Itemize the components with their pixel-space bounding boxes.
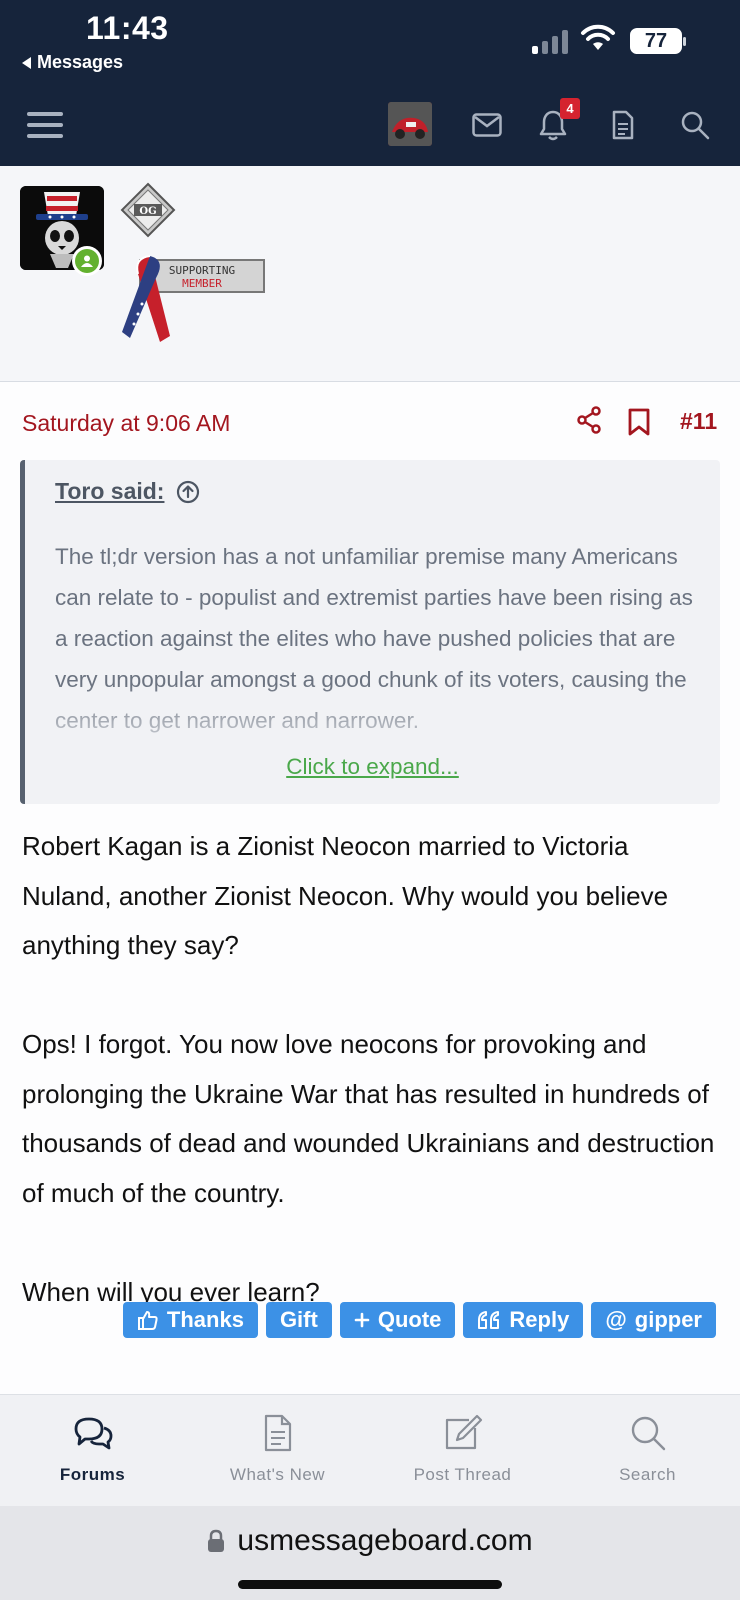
menu-button[interactable] <box>20 100 70 150</box>
user-avatar-button[interactable] <box>388 102 432 146</box>
svg-text:OG: OG <box>139 206 156 217</box>
notification-badge: 4 <box>560 98 580 119</box>
document-icon <box>264 1414 291 1452</box>
inbox-button[interactable] <box>462 100 512 150</box>
mention-button[interactable]: @ gipper <box>591 1302 716 1338</box>
post-paragraph: Ops! I forgot. You now love neocons for … <box>22 1029 715 1208</box>
back-label: Messages <box>37 52 124 72</box>
url-text: usmessageboard.com <box>237 1524 533 1557</box>
search-button[interactable] <box>670 100 720 150</box>
post-actions: Thanks Gift Quote Reply @ gipper <box>122 1302 716 1338</box>
gift-button[interactable]: Gift <box>265 1302 332 1338</box>
quote-author-link[interactable]: Toro said: <box>55 478 164 505</box>
post-date[interactable]: Saturday at 9:06 AM <box>22 410 230 437</box>
envelope-icon <box>472 113 502 137</box>
online-indicator <box>72 246 102 276</box>
og-badge-icon: OG <box>120 182 176 238</box>
lock-icon <box>208 1529 225 1552</box>
quote-button[interactable]: Quote <box>339 1302 456 1338</box>
home-indicator <box>238 1580 502 1589</box>
quote-label: Quote <box>377 1307 442 1332</box>
user-avatar-icon <box>388 102 432 146</box>
arrow-up-circle-icon[interactable] <box>176 480 200 504</box>
whats-new-button[interactable] <box>598 100 648 150</box>
post-body: Robert Kagan is a Zionist Neocon married… <box>22 822 722 1367</box>
chat-bubbles-icon <box>74 1417 112 1450</box>
quote-marks-icon <box>478 1311 500 1329</box>
post-number[interactable]: #11 <box>680 408 717 435</box>
document-icon <box>612 110 634 140</box>
cell-signal-icon <box>532 28 568 54</box>
tab-label: Search <box>619 1465 676 1484</box>
svg-text:MEMBER: MEMBER <box>182 277 222 290</box>
site-nav-bar: 4 <box>0 84 740 166</box>
wifi-icon <box>581 24 615 50</box>
quote-block: Toro said: The tl;dr version has a not u… <box>20 460 720 804</box>
reply-button[interactable]: Reply <box>463 1302 584 1338</box>
tab-forums[interactable]: Forums <box>0 1395 185 1506</box>
search-icon <box>631 1416 665 1451</box>
supporting-member-ribbon-icon: SUPPORTING MEMBER <box>122 255 265 342</box>
post-paragraph: Robert Kagan is a Zionist Neocon married… <box>22 831 669 960</box>
tab-label: Post Thread <box>413 1465 512 1484</box>
share-icon[interactable] <box>576 406 602 434</box>
status-time: 11:43 <box>86 10 169 46</box>
bottom-tab-bar: Forums What's New Post Thread Search <box>0 1394 740 1506</box>
hamburger-icon <box>27 112 63 138</box>
tab-post-thread[interactable]: Post Thread <box>370 1395 555 1506</box>
back-arrow-icon <box>22 56 31 69</box>
tab-label: Forums <box>59 1465 126 1484</box>
quote-fade-overlay <box>25 684 720 804</box>
status-bar: 11:43 Messages 77 <box>0 0 740 84</box>
tab-whats-new[interactable]: What's New <box>185 1395 370 1506</box>
plus-icon <box>354 1312 370 1328</box>
thumbs-up-icon <box>137 1311 158 1330</box>
thanks-label: Thanks <box>166 1307 244 1332</box>
thanks-button[interactable]: Thanks <box>122 1302 258 1338</box>
reply-label: Reply <box>509 1307 570 1332</box>
bookmark-icon[interactable] <box>628 408 650 436</box>
post-message: Saturday at 9:06 AM #11 Toro said: The t… <box>0 382 740 1394</box>
back-to-messages[interactable]: Messages <box>22 52 123 73</box>
poster-profile: OG SUPPORTING MEMBER <box>0 166 740 382</box>
mention-label: gipper <box>634 1307 702 1332</box>
browser-url-bar[interactable]: usmessageboard.com <box>0 1506 740 1600</box>
battery-level: 77 <box>644 30 668 52</box>
user-online-icon <box>81 255 93 267</box>
tab-search[interactable]: Search <box>555 1395 740 1506</box>
gift-label: Gift <box>279 1307 318 1332</box>
alerts-button[interactable]: 4 <box>528 98 580 150</box>
search-icon <box>681 111 710 140</box>
svg-text:SUPPORTING: SUPPORTING <box>169 264 235 277</box>
compose-icon <box>445 1414 482 1450</box>
at-icon: @ <box>605 1307 627 1332</box>
tab-label: What's New <box>229 1465 326 1484</box>
click-to-expand-link[interactable]: Click to expand... <box>25 754 720 780</box>
battery-icon: 77 <box>630 28 686 54</box>
